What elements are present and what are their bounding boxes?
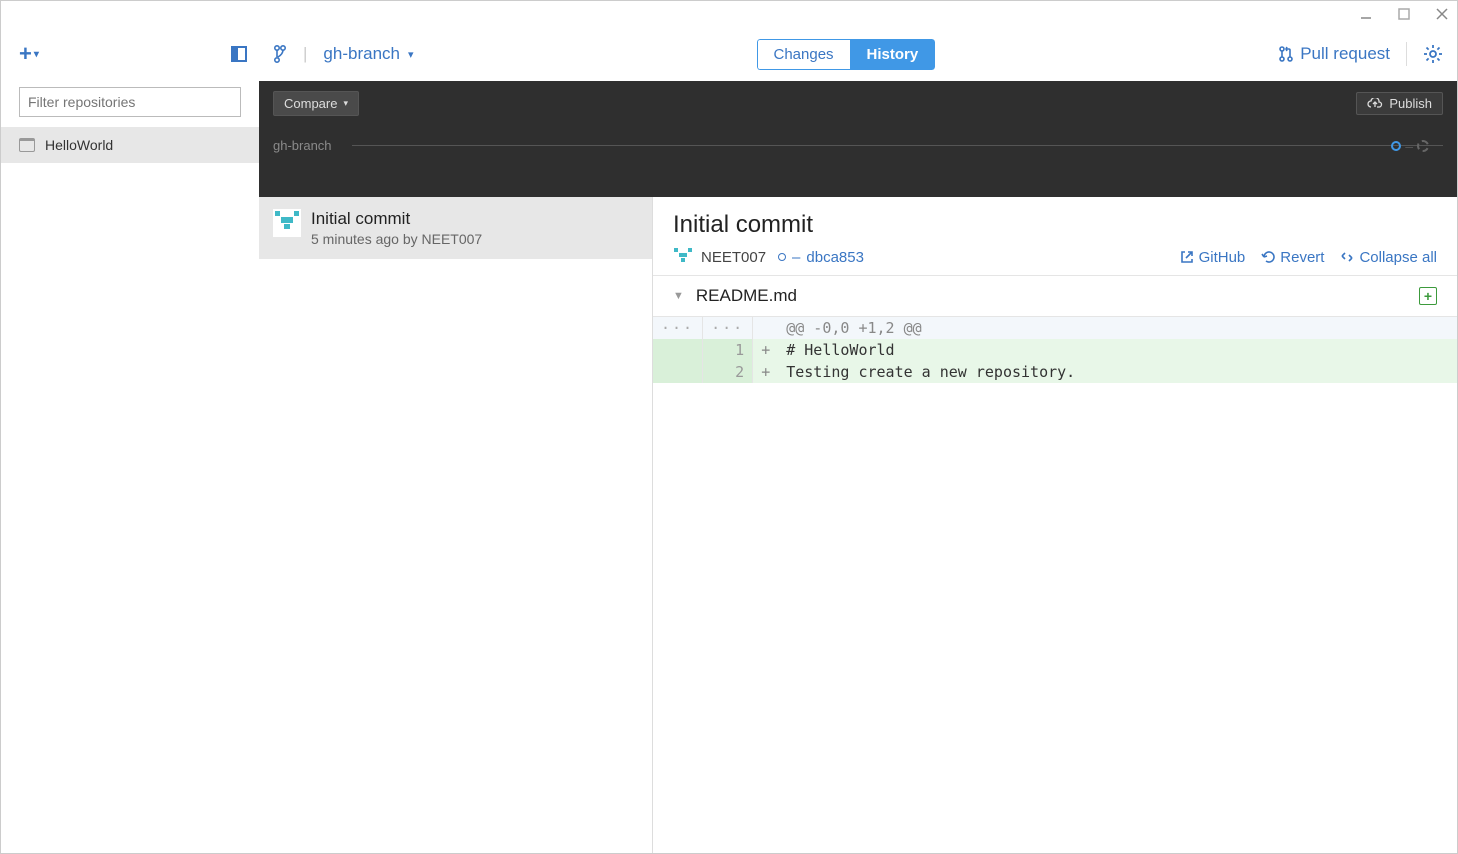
- chevron-down-icon: ▾: [34, 49, 39, 60]
- diff-add-row: 2 + Testing create a new repository.: [653, 361, 1457, 383]
- diff-add-row: 1 + # HelloWorld: [653, 339, 1457, 361]
- sidebar: + ▾ HelloWorld: [1, 27, 259, 853]
- publish-button[interactable]: Publish: [1356, 92, 1443, 115]
- author-name: NEET007: [701, 249, 766, 266]
- diff-table: ··· ··· @@ -0,0 +1,2 @@ 1 + # HelloWorld: [653, 317, 1457, 383]
- file-header[interactable]: ▼ README.md +: [653, 275, 1457, 317]
- sidebar-toggle-icon[interactable]: [231, 46, 247, 62]
- compare-button[interactable]: Compare ▾: [273, 91, 359, 116]
- tab-changes[interactable]: Changes: [757, 39, 850, 70]
- add-repo-button[interactable]: + ▾: [19, 41, 39, 67]
- diff-line: # HelloWorld: [778, 339, 1456, 361]
- diff-hunk-row: ··· ··· @@ -0,0 +1,2 @@: [653, 317, 1457, 339]
- commit-dot-icon[interactable]: [1391, 141, 1401, 151]
- commit-timeline[interactable]: –: [352, 145, 1443, 146]
- tab-history[interactable]: History: [850, 39, 936, 70]
- repo-name-label: HelloWorld: [45, 137, 113, 153]
- commit-list-item[interactable]: Initial commit 5 minutes ago by NEET007: [259, 197, 652, 259]
- gear-icon[interactable]: [1423, 44, 1443, 64]
- collapse-all-button[interactable]: Collapse all: [1340, 249, 1437, 266]
- line-number: 1: [703, 339, 753, 361]
- line-number: 2: [703, 361, 753, 383]
- diff-title: Initial commit: [673, 211, 1437, 239]
- titlebar: [1, 1, 1457, 27]
- branch-selector[interactable]: | gh-branch ▾: [273, 44, 414, 64]
- sha-label: dbca853: [806, 249, 864, 266]
- collapse-icon: [1340, 250, 1354, 264]
- window-close-icon[interactable]: [1435, 7, 1449, 21]
- collapse-label: Collapse all: [1359, 249, 1437, 266]
- branch-name-label: gh-branch: [323, 44, 400, 64]
- commit-title: Initial commit: [311, 209, 482, 229]
- hunk-header: @@ -0,0 +1,2 @@: [778, 317, 1456, 339]
- chevron-down-icon: ▾: [343, 98, 348, 109]
- avatar: [273, 209, 301, 237]
- publish-label: Publish: [1389, 96, 1432, 111]
- branch-icon: [273, 44, 287, 64]
- commit-list: Initial commit 5 minutes ago by NEET007: [259, 197, 652, 853]
- compare-label: Compare: [284, 96, 337, 111]
- commit-sha[interactable]: – dbca853: [778, 249, 864, 266]
- open-github-button[interactable]: GitHub: [1180, 249, 1246, 266]
- window-maximize-icon[interactable]: [1397, 7, 1411, 21]
- pull-request-icon: [1278, 45, 1294, 63]
- revert-button[interactable]: Revert: [1261, 249, 1324, 266]
- repo-list-item[interactable]: HelloWorld: [1, 127, 259, 163]
- timeline-branch-label: gh-branch: [273, 138, 332, 153]
- chevron-down-icon: ▾: [408, 48, 414, 61]
- filter-repos-input[interactable]: [19, 87, 241, 117]
- separator: |: [303, 44, 307, 64]
- external-link-icon: [1180, 250, 1194, 264]
- pull-request-label: Pull request: [1300, 44, 1390, 64]
- diff-pane: Initial commit NEET007 –: [652, 197, 1457, 853]
- file-name-label: README.md: [696, 286, 797, 306]
- cloud-upload-icon: [1367, 98, 1383, 110]
- revert-label: Revert: [1280, 249, 1324, 266]
- diff-line: Testing create a new repository.: [778, 361, 1456, 383]
- commit-dot-icon: [778, 253, 786, 261]
- window-minimize-icon[interactable]: [1359, 7, 1373, 21]
- pull-request-button[interactable]: Pull request: [1278, 44, 1390, 64]
- view-tabs: Changes History: [757, 39, 936, 70]
- topbar: | gh-branch ▾ Changes History Pull reque…: [259, 27, 1457, 81]
- github-label: GitHub: [1199, 249, 1246, 266]
- plus-icon: +: [19, 41, 32, 67]
- expand-add-button[interactable]: +: [1419, 287, 1437, 305]
- chevron-down-icon: ▼: [673, 290, 684, 302]
- commit-meta: 5 minutes ago by NEET007: [311, 231, 482, 247]
- repo-icon: [19, 138, 35, 152]
- history-timeline-bar: Compare ▾ Publish gh-branch: [259, 81, 1457, 197]
- divider: [1406, 42, 1407, 66]
- commit-dot-outline-icon[interactable]: [1417, 140, 1429, 152]
- commit-author: NEET007: [673, 247, 766, 267]
- avatar: [673, 247, 693, 267]
- revert-icon: [1261, 250, 1275, 264]
